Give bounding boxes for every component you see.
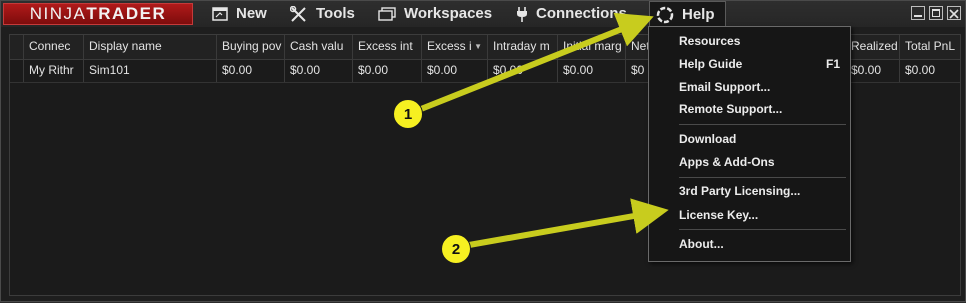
cell-excess-intraday: $0.00	[353, 60, 422, 82]
cell-realized: $0.00	[846, 60, 900, 82]
column-header[interactable]: Excess int	[353, 35, 422, 59]
menu-item-help-guide[interactable]: Help Guide F1	[679, 54, 844, 74]
menu-item-download[interactable]: Download	[679, 129, 844, 149]
column-header-label: Excess i	[427, 39, 472, 53]
menu-item-label: About...	[679, 237, 724, 251]
menu-item-label: Remote Support...	[679, 102, 783, 116]
menu-separator	[679, 124, 846, 125]
menu-item-label: Resources	[679, 34, 741, 48]
logo-part-1: NINJA	[29, 4, 87, 23]
menu-bar: NINJA TRADER New Tools Workspaces Connect	[1, 1, 965, 27]
menu-item-label: Apps & Add-Ons	[679, 155, 775, 169]
menu-item-about[interactable]: About...	[679, 234, 844, 254]
workspaces-icon	[378, 6, 396, 21]
menu-item-label: Download	[679, 132, 737, 146]
cell-initial-margin: $0.00	[558, 60, 626, 82]
help-lifebuoy-icon	[656, 6, 674, 24]
menu-item-label: 3rd Party Licensing...	[679, 184, 801, 198]
ninjatrader-window: NINJA TRADER New Tools Workspaces Connect	[0, 0, 966, 302]
menu-new-label: New	[236, 5, 267, 22]
callout-badge-1: 1	[393, 99, 423, 129]
close-button[interactable]	[947, 6, 961, 20]
menu-item-remote-support[interactable]: Remote Support...	[679, 99, 844, 119]
column-header[interactable]: Initial marg	[558, 35, 626, 59]
new-window-icon	[212, 6, 228, 21]
menu-item-license-key[interactable]: License Key...	[679, 205, 844, 225]
wrench-screwdriver-icon	[290, 5, 308, 22]
plug-icon	[516, 6, 528, 22]
menu-item-label: Help Guide	[679, 57, 743, 71]
cell-display-name: Sim101	[84, 60, 217, 82]
callout-badge-2: 2	[441, 234, 471, 264]
menu-separator	[679, 229, 846, 230]
minimize-button[interactable]	[911, 6, 925, 20]
ninjatrader-logo: NINJA TRADER	[3, 3, 193, 25]
help-dropdown-menu: Resources Help Guide F1 Email Support...…	[648, 26, 851, 262]
cell-cash-value: $0.00	[285, 60, 353, 82]
menu-connections[interactable]: Connections	[516, 1, 627, 26]
maximize-button[interactable]	[929, 6, 943, 20]
row-header-corner	[10, 35, 24, 59]
maximize-icon	[932, 9, 940, 17]
minimize-icon	[914, 15, 922, 17]
menu-workspaces[interactable]: Workspaces	[378, 1, 492, 26]
column-header-sorted[interactable]: Excess i ▼	[422, 35, 488, 59]
cell-buying-power: $0.00	[217, 60, 285, 82]
column-header[interactable]: Display name	[84, 35, 217, 59]
column-header[interactable]: Cash valu	[285, 35, 353, 59]
menu-item-label: Email Support...	[679, 80, 771, 94]
column-header[interactable]: Realized	[846, 35, 900, 59]
logo-part-2: TRADER	[86, 4, 167, 23]
menu-connections-label: Connections	[536, 5, 627, 22]
row-header	[10, 60, 24, 82]
cell-intraday-margin: $0.00	[488, 60, 558, 82]
menu-workspaces-label: Workspaces	[404, 5, 493, 22]
cell-total-pnl: $0.00	[905, 63, 936, 77]
menu-tools[interactable]: Tools	[290, 1, 355, 26]
column-header[interactable]: Intraday m	[488, 35, 558, 59]
menu-item-shortcut: F1	[825, 57, 840, 71]
cell-connection: My Rithr	[24, 60, 84, 82]
menu-tools-label: Tools	[316, 5, 355, 22]
column-header[interactable]: Buying pov	[217, 35, 285, 59]
menu-item-apps-add-ons[interactable]: Apps & Add-Ons	[679, 152, 844, 172]
menu-help[interactable]: Help	[649, 1, 726, 27]
menu-item-email-support[interactable]: Email Support...	[679, 77, 844, 97]
menu-separator	[679, 177, 846, 178]
menu-item-label: License Key...	[679, 208, 759, 222]
column-header[interactable]: Connec	[24, 35, 84, 59]
column-header[interactable]: Total PnL	[900, 35, 960, 59]
sort-arrow-icon: ▼	[474, 42, 482, 51]
close-icon	[949, 9, 959, 19]
cell-excess-initial: $0.00	[422, 60, 488, 82]
menu-new[interactable]: New	[212, 1, 267, 26]
menu-help-label: Help	[682, 6, 715, 23]
menu-item-third-party-licensing[interactable]: 3rd Party Licensing...	[679, 181, 844, 201]
menu-item-resources[interactable]: Resources	[679, 31, 844, 51]
